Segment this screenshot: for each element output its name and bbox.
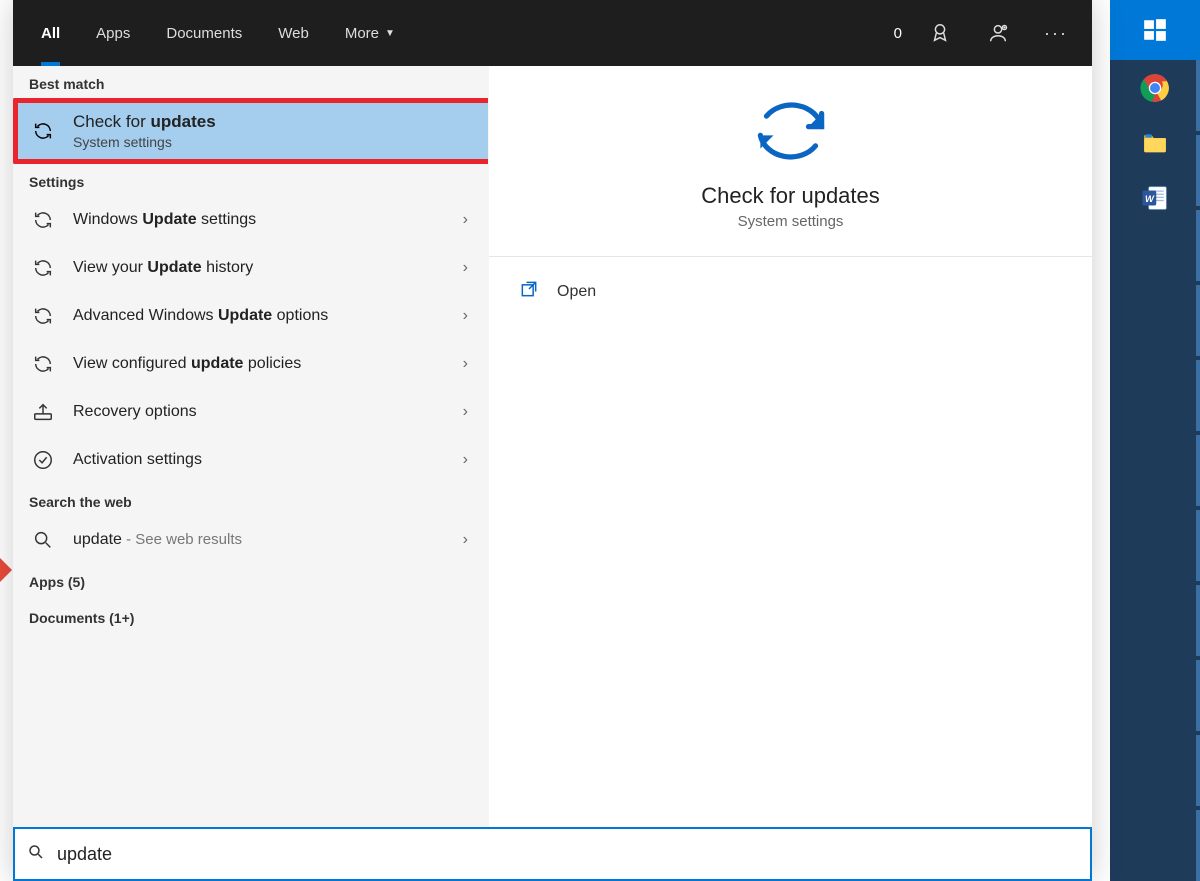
result-settings-activation[interactable]: Activation settings ›	[13, 436, 488, 484]
word-icon: W	[1140, 183, 1170, 213]
section-header-best-match: Best match	[13, 66, 488, 98]
result-title: Windows Update settings	[73, 211, 447, 229]
background-sliver	[0, 558, 12, 582]
taskbar: W	[1110, 0, 1200, 881]
open-icon	[519, 279, 539, 304]
result-detail-pane: Check for updates System settings Open	[489, 66, 1092, 827]
search-icon	[27, 843, 51, 866]
account-icon[interactable]	[978, 13, 1018, 53]
filter-tab-documents[interactable]: Documents	[148, 0, 260, 66]
result-settings-recovery[interactable]: Recovery options ›	[13, 388, 488, 436]
search-input-wrap	[13, 827, 1092, 881]
result-subtitle: System settings	[73, 134, 472, 150]
folder-icon	[1140, 130, 1170, 156]
action-label: Open	[557, 283, 596, 301]
more-options-icon[interactable]: ···	[1036, 13, 1076, 53]
filter-tab-label: Apps	[96, 25, 130, 42]
filter-tab-web[interactable]: Web	[260, 0, 327, 66]
filter-tab-all[interactable]: All	[23, 0, 78, 66]
chrome-icon	[1140, 73, 1170, 103]
detail-subtitle: System settings	[738, 213, 844, 230]
results-list: Best match Check for updates System sett…	[13, 66, 489, 827]
section-header-settings: Settings	[13, 164, 488, 196]
chevron-down-icon: ▼	[385, 28, 395, 39]
result-title: Recovery options	[73, 403, 447, 421]
chevron-right-icon: ›	[463, 259, 472, 277]
update-icon	[29, 206, 57, 234]
section-header-web: Search the web	[13, 484, 488, 516]
result-title: Advanced Windows Update options	[73, 307, 447, 325]
filter-tab-label: Web	[278, 25, 309, 42]
result-title: Activation settings	[73, 451, 447, 469]
chevron-right-icon: ›	[463, 307, 472, 325]
detail-title: Check for updates	[701, 183, 880, 209]
update-icon	[29, 117, 57, 145]
windows-logo-icon	[1142, 17, 1168, 43]
search-panel: All Apps Documents Web More ▼ 0 ··· Best…	[13, 0, 1092, 881]
result-text: Check for updates System settings	[73, 112, 472, 150]
activation-icon	[29, 446, 57, 474]
filter-tab-apps[interactable]: Apps	[78, 0, 148, 66]
collapse-apps[interactable]: Apps (5)	[13, 564, 488, 600]
update-icon	[746, 96, 836, 171]
result-settings-windows-update[interactable]: Windows Update settings ›	[13, 196, 488, 244]
rewards-icon[interactable]	[920, 13, 960, 53]
start-button[interactable]	[1110, 0, 1200, 60]
taskbar-app-file-explorer[interactable]	[1110, 115, 1200, 170]
recovery-icon	[29, 398, 57, 426]
taskbar-app-word[interactable]: W	[1110, 170, 1200, 225]
taskbar-edge-stripe	[1196, 60, 1200, 881]
chevron-right-icon: ›	[463, 403, 472, 421]
result-settings-update-history[interactable]: View your Update history ›	[13, 244, 488, 292]
result-settings-advanced-update[interactable]: Advanced Windows Update options ›	[13, 292, 488, 340]
detail-hero: Check for updates System settings	[489, 66, 1092, 257]
chevron-right-icon: ›	[463, 531, 472, 549]
best-match-block: Check for updates System settings	[13, 98, 488, 164]
collapse-documents[interactable]: Documents (1+)	[13, 600, 488, 636]
result-web-search[interactable]: update - See web results ›	[13, 516, 488, 564]
filter-tab-more[interactable]: More ▼	[327, 0, 413, 66]
filter-right-tools: 0 ···	[894, 13, 1082, 53]
update-icon	[29, 302, 57, 330]
search-filter-bar: All Apps Documents Web More ▼ 0 ···	[13, 0, 1092, 66]
result-title: update - See web results	[73, 531, 447, 549]
filter-tab-label: Documents	[166, 25, 242, 42]
result-title: View your Update history	[73, 259, 447, 277]
search-results-area: Best match Check for updates System sett…	[13, 66, 1092, 827]
update-icon	[29, 350, 57, 378]
filter-tab-label: All	[41, 25, 60, 42]
result-title: View configured update policies	[73, 355, 447, 373]
chevron-right-icon: ›	[463, 451, 472, 469]
result-best-match[interactable]: Check for updates System settings	[13, 98, 488, 164]
chevron-right-icon: ›	[463, 355, 472, 373]
rewards-points: 0	[894, 25, 902, 42]
result-settings-update-policies[interactable]: View configured update policies ›	[13, 340, 488, 388]
action-open[interactable]: Open	[489, 257, 1092, 326]
chevron-right-icon: ›	[463, 211, 472, 229]
search-icon	[29, 526, 57, 554]
update-icon	[29, 254, 57, 282]
taskbar-app-chrome[interactable]	[1110, 60, 1200, 115]
svg-text:W: W	[1145, 193, 1155, 203]
filter-tab-label: More	[345, 25, 379, 42]
result-title: Check for updates	[73, 112, 472, 132]
search-input[interactable]	[57, 844, 1080, 865]
